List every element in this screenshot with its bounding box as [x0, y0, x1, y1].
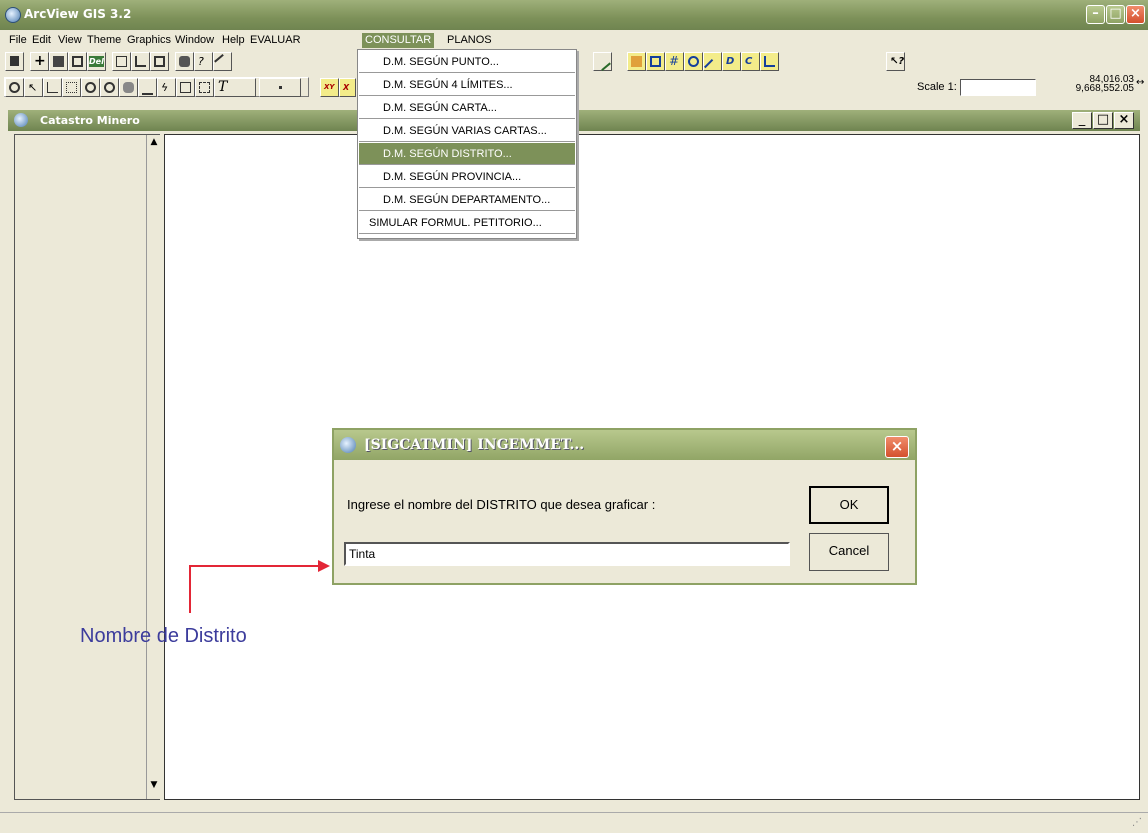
- zoom-in-icon[interactable]: [81, 78, 100, 97]
- xy-tool-icon[interactable]: XY: [320, 78, 339, 97]
- query-builder-icon[interactable]: [131, 52, 150, 71]
- tool-icon[interactable]: [213, 52, 232, 72]
- pan-icon[interactable]: [119, 78, 138, 97]
- cancel-button[interactable]: Cancel: [809, 533, 889, 571]
- dialog-globe-icon: [340, 437, 356, 453]
- circle-tool-icon[interactable]: [684, 52, 703, 71]
- scroll-down-icon[interactable]: ▼: [147, 780, 161, 796]
- app-title-bar: ArcView GIS 3.2 – □ ×: [0, 0, 1148, 30]
- toc-scrollbar[interactable]: ▲ ▼: [146, 135, 162, 799]
- vertex-edit-icon[interactable]: [43, 78, 62, 97]
- resize-grip-icon[interactable]: ⋰: [1132, 817, 1142, 828]
- scale-input[interactable]: [960, 79, 1036, 96]
- arrows-icon: ↔: [1136, 77, 1145, 88]
- dialog-prompt: Ingrese el nombre del DISTRITO que desea…: [347, 497, 656, 512]
- menu-bar: File Edit View Theme Graphics Window Hel…: [0, 32, 1148, 49]
- menu-view[interactable]: View: [55, 33, 85, 48]
- line-tool-icon[interactable]: [703, 52, 722, 76]
- input-dialog: [SIGCATMIN] INGEMMET... × Ingrese el nom…: [332, 428, 917, 585]
- edit-legend-icon[interactable]: [68, 52, 87, 71]
- view-close-icon[interactable]: ×: [1114, 112, 1134, 129]
- label-icon[interactable]: [176, 78, 195, 97]
- menu-item-distrito[interactable]: D.M. SEGÚN DISTRITO...: [359, 143, 575, 165]
- view-globe-icon: [14, 113, 28, 127]
- menu-window[interactable]: Window: [172, 33, 217, 48]
- chart-tool-icon[interactable]: [760, 52, 779, 71]
- scroll-up-icon[interactable]: ▲: [147, 137, 161, 153]
- x-tool-icon[interactable]: X: [339, 78, 356, 97]
- table-of-contents[interactable]: [14, 134, 160, 800]
- menu-graphics[interactable]: Graphics: [124, 33, 174, 48]
- hotlink-icon[interactable]: ϟ: [157, 78, 176, 97]
- select-feature-icon[interactable]: [62, 78, 81, 97]
- find-icon[interactable]: [175, 52, 194, 71]
- pointer-icon[interactable]: ↖: [24, 78, 43, 97]
- d-tool-icon[interactable]: D: [722, 52, 741, 71]
- menu-edit[interactable]: Edit: [29, 33, 54, 48]
- menu-item-simular-petitorio[interactable]: SIMULAR FORMUL. PETITORIO...: [359, 212, 575, 234]
- dialog-title: [SIGCATMIN] INGEMMET...: [364, 437, 585, 453]
- menu-evaluar[interactable]: EVALUAR: [247, 33, 304, 48]
- grid-icon[interactable]: [646, 52, 665, 71]
- menu-file[interactable]: File: [6, 33, 30, 48]
- distrito-input[interactable]: Tinta: [344, 542, 790, 566]
- measure-icon[interactable]: [138, 78, 157, 97]
- minimize-icon[interactable]: –: [1086, 5, 1105, 24]
- dialog-title-bar: [SIGCATMIN] INGEMMET... ×: [334, 430, 915, 460]
- text-tool-icon[interactable]: T: [214, 78, 256, 97]
- menu-planos[interactable]: PLANOS: [444, 33, 495, 48]
- menu-help[interactable]: Help: [219, 33, 248, 48]
- layout-icon[interactable]: [150, 52, 169, 71]
- menu-item-varias-cartas[interactable]: D.M. SEGÚN VARIAS CARTAS...: [359, 120, 575, 142]
- view-minimize-icon[interactable]: _: [1072, 112, 1092, 129]
- dialog-close-icon[interactable]: ×: [885, 436, 909, 458]
- menu-item-punto[interactable]: D.M. SEGÚN PUNTO...: [359, 51, 575, 73]
- menu-item-provincia[interactable]: D.M. SEGÚN PROVINCIA...: [359, 166, 575, 188]
- draw-point-icon[interactable]: [259, 78, 301, 97]
- theme-properties-icon[interactable]: [49, 52, 68, 71]
- arcview-globe-icon: [5, 7, 21, 23]
- menu-item-4-limites[interactable]: D.M. SEGÚN 4 LÍMITES...: [359, 74, 575, 96]
- help-query-icon[interactable]: ?: [194, 52, 213, 71]
- zoom-out-icon[interactable]: [100, 78, 119, 97]
- menu-item-carta[interactable]: D.M. SEGÚN CARTA...: [359, 97, 575, 119]
- identify-icon[interactable]: [5, 78, 24, 97]
- app-title: ArcView GIS 3.2: [24, 7, 132, 21]
- pencil-icon[interactable]: [593, 52, 612, 72]
- save-icon[interactable]: [5, 52, 24, 71]
- hash-grid-icon[interactable]: #: [665, 52, 684, 71]
- add-theme-icon[interactable]: +: [30, 52, 49, 71]
- view-title: Catastro Minero: [40, 114, 140, 127]
- menu-consultar[interactable]: CONSULTAR: [362, 33, 435, 48]
- view-maximize-icon[interactable]: □: [1093, 112, 1113, 129]
- annotation-arrow: [189, 560, 330, 613]
- coordinate-y: 9,668,552.05: [1075, 83, 1134, 94]
- menu-item-departamento[interactable]: D.M. SEGÚN DEPARTAMENTO...: [359, 189, 575, 211]
- annotation-label: Nombre de Distrito: [80, 625, 247, 647]
- delete-button[interactable]: Del: [87, 52, 106, 71]
- help-pointer-icon[interactable]: ↖?: [886, 52, 905, 71]
- menu-theme[interactable]: Theme: [84, 33, 124, 48]
- close-icon[interactable]: ×: [1126, 5, 1145, 24]
- area-of-interest-icon[interactable]: [195, 78, 214, 97]
- open-table-icon[interactable]: [112, 52, 131, 71]
- status-bar: ⋰: [0, 812, 1148, 833]
- ok-button[interactable]: OK: [809, 486, 889, 524]
- open-folder-icon[interactable]: [627, 52, 646, 71]
- scale-label: Scale 1:: [917, 81, 957, 93]
- c-tool-icon[interactable]: C: [741, 52, 760, 71]
- consultar-dropdown: D.M. SEGÚN PUNTO... D.M. SEGÚN 4 LÍMITES…: [357, 49, 577, 239]
- maximize-icon[interactable]: □: [1106, 5, 1125, 24]
